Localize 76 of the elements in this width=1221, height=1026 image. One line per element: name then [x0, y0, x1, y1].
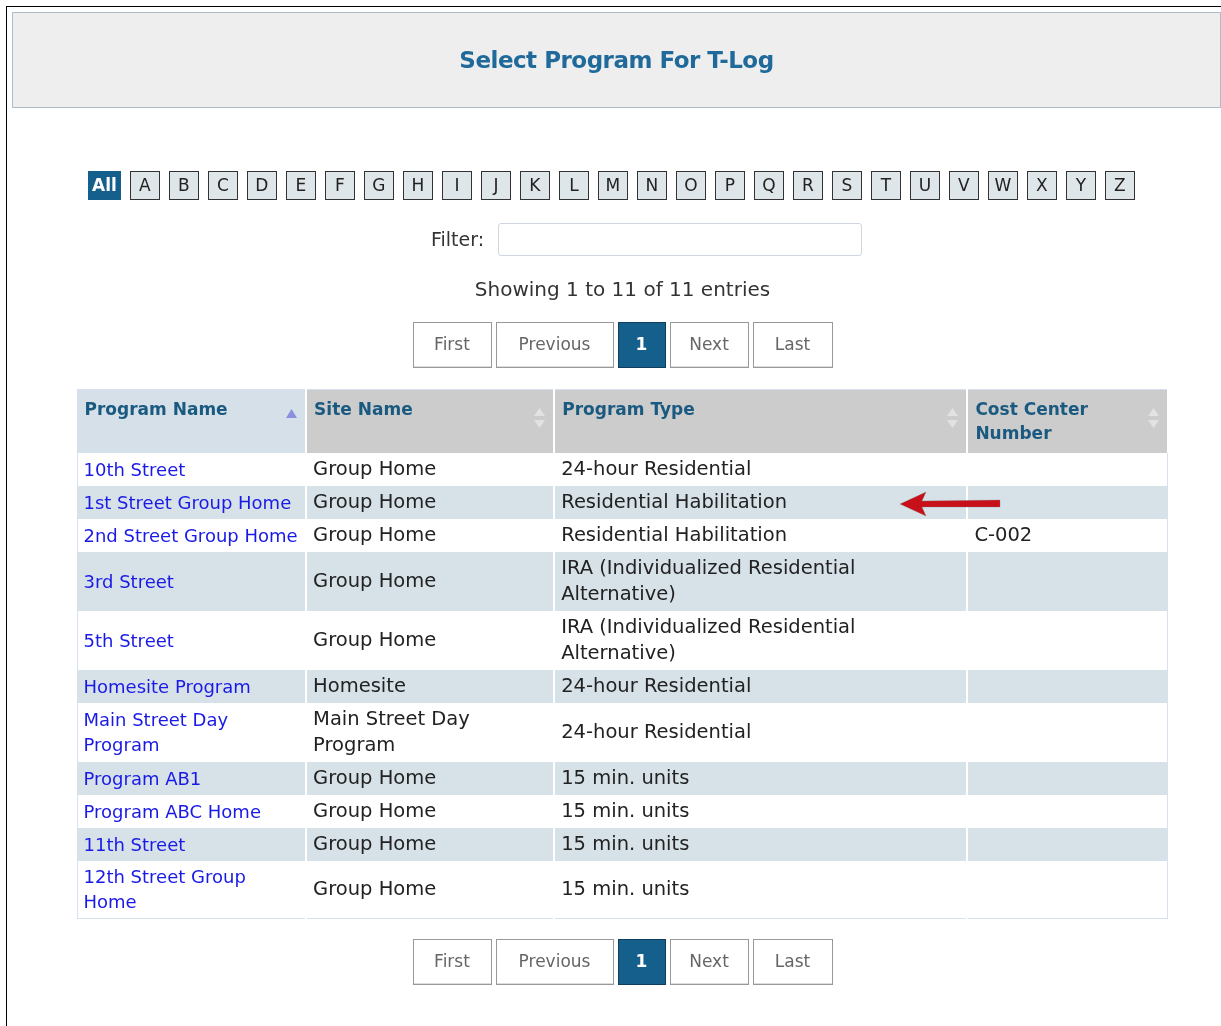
letter-filter-button[interactable]: K [519, 171, 550, 200]
program-link[interactable]: 5th Street [83, 627, 300, 653]
page-button[interactable]: Previous [495, 938, 614, 985]
letter-filter-button[interactable]: A [129, 171, 160, 200]
table-cell: Group Home [313, 799, 437, 822]
sort-ascending-icon [286, 409, 298, 418]
filter-label: Filter: [430, 227, 485, 253]
table-cell: Group Home [313, 569, 437, 592]
table-cell: 15 min. units [561, 877, 690, 900]
letter-filter-button[interactable]: P [714, 171, 745, 200]
letter-filter-button[interactable]: Y [1065, 171, 1096, 200]
letter-filter-button[interactable]: X [1026, 171, 1057, 200]
page-button[interactable]: Next [669, 322, 749, 368]
program-link[interactable]: Main Street Day Program [83, 707, 300, 757]
letter-filter-button[interactable]: R [792, 171, 823, 200]
letter-filter-button[interactable]: J [480, 171, 511, 200]
letter-filter-button[interactable]: H [402, 171, 433, 200]
page-button[interactable]: Next [669, 938, 749, 985]
letter-filter-button[interactable]: M [597, 171, 628, 200]
page-button[interactable]: First [412, 938, 492, 985]
page-button[interactable]: 1 [617, 322, 666, 368]
entries-info: Showing 1 to 11 of 11 entries [474, 276, 771, 303]
page-button[interactable]: Previous [495, 322, 614, 368]
letter-filter-button[interactable]: D [246, 171, 277, 200]
filter-input[interactable] [498, 223, 863, 256]
letter-filter-button[interactable]: V [948, 171, 979, 200]
table-cell: 15 min. units [561, 832, 690, 855]
table-cell: Group Home [313, 766, 437, 789]
program-link[interactable]: Program ABC Home [83, 798, 300, 824]
letter-filter-button[interactable]: S [831, 171, 862, 200]
page-button[interactable]: 1 [617, 938, 666, 985]
table-cell: IRA (Individualized Residential Alternative) [561, 615, 856, 664]
table-cell: Group Home [313, 490, 437, 513]
letter-filter-button[interactable]: F [324, 171, 355, 200]
letter-filter-button[interactable]: Z [1104, 171, 1135, 200]
column-header[interactable]: Site Name [306, 389, 555, 453]
letter-filter-button[interactable]: U [909, 171, 940, 200]
table-cell: Group Home [313, 523, 437, 546]
column-header[interactable]: Program Type [554, 389, 968, 453]
table-cell: Group Home [313, 877, 437, 900]
letter-filter-button[interactable]: Q [753, 171, 784, 200]
table-cell: Group Home [313, 457, 437, 480]
letter-filter-button[interactable]: O [675, 171, 706, 200]
table-cell: Residential Habilitation [561, 490, 787, 513]
table-cell: Residential Habilitation [561, 523, 787, 546]
program-link[interactable]: 12th Street Group Home [83, 864, 300, 914]
program-link[interactable]: 2nd Street Group Home [83, 522, 300, 548]
letter-filter-button[interactable]: I [441, 171, 472, 200]
table-cell: C-002 [974, 523, 1033, 546]
table-cell: Homesite [313, 674, 406, 697]
letter-filter-button[interactable]: G [363, 171, 394, 200]
table-cell: 15 min. units [561, 799, 690, 822]
table-cell: Main Street Day Program [313, 707, 470, 756]
column-header[interactable]: Program Name [77, 389, 307, 453]
letter-filter-button[interactable]: C [207, 171, 238, 200]
letter-filter-button[interactable]: E [285, 171, 316, 200]
letter-filter-button[interactable]: L [558, 171, 589, 200]
column-header[interactable]: Cost Center Number [967, 389, 1168, 453]
letter-filter-button[interactable]: B [168, 171, 199, 200]
table-cell: Group Home [313, 832, 437, 855]
letter-filter-button[interactable]: All [88, 171, 121, 200]
letter-filter-button[interactable]: N [636, 171, 667, 200]
page-title: Select Program For T-Log [459, 45, 774, 75]
page-button[interactable]: Last [752, 322, 833, 368]
page-button[interactable]: First [412, 322, 492, 368]
arrow-icon [900, 489, 1003, 518]
program-link[interactable]: 10th Street [83, 456, 300, 482]
table-cell: Group Home [313, 628, 437, 651]
letter-filter-button[interactable]: T [870, 171, 901, 200]
table-cell: 24-hour Residential [561, 720, 752, 743]
table-cell: 24-hour Residential [561, 457, 752, 480]
page-button[interactable]: Last [752, 938, 833, 985]
letter-filter-button[interactable]: W [987, 171, 1018, 200]
table-cell: 24-hour Residential [561, 674, 752, 697]
table-cell: IRA (Individualized Residential Alternative) [561, 556, 856, 605]
table-cell: 15 min. units [561, 766, 690, 789]
